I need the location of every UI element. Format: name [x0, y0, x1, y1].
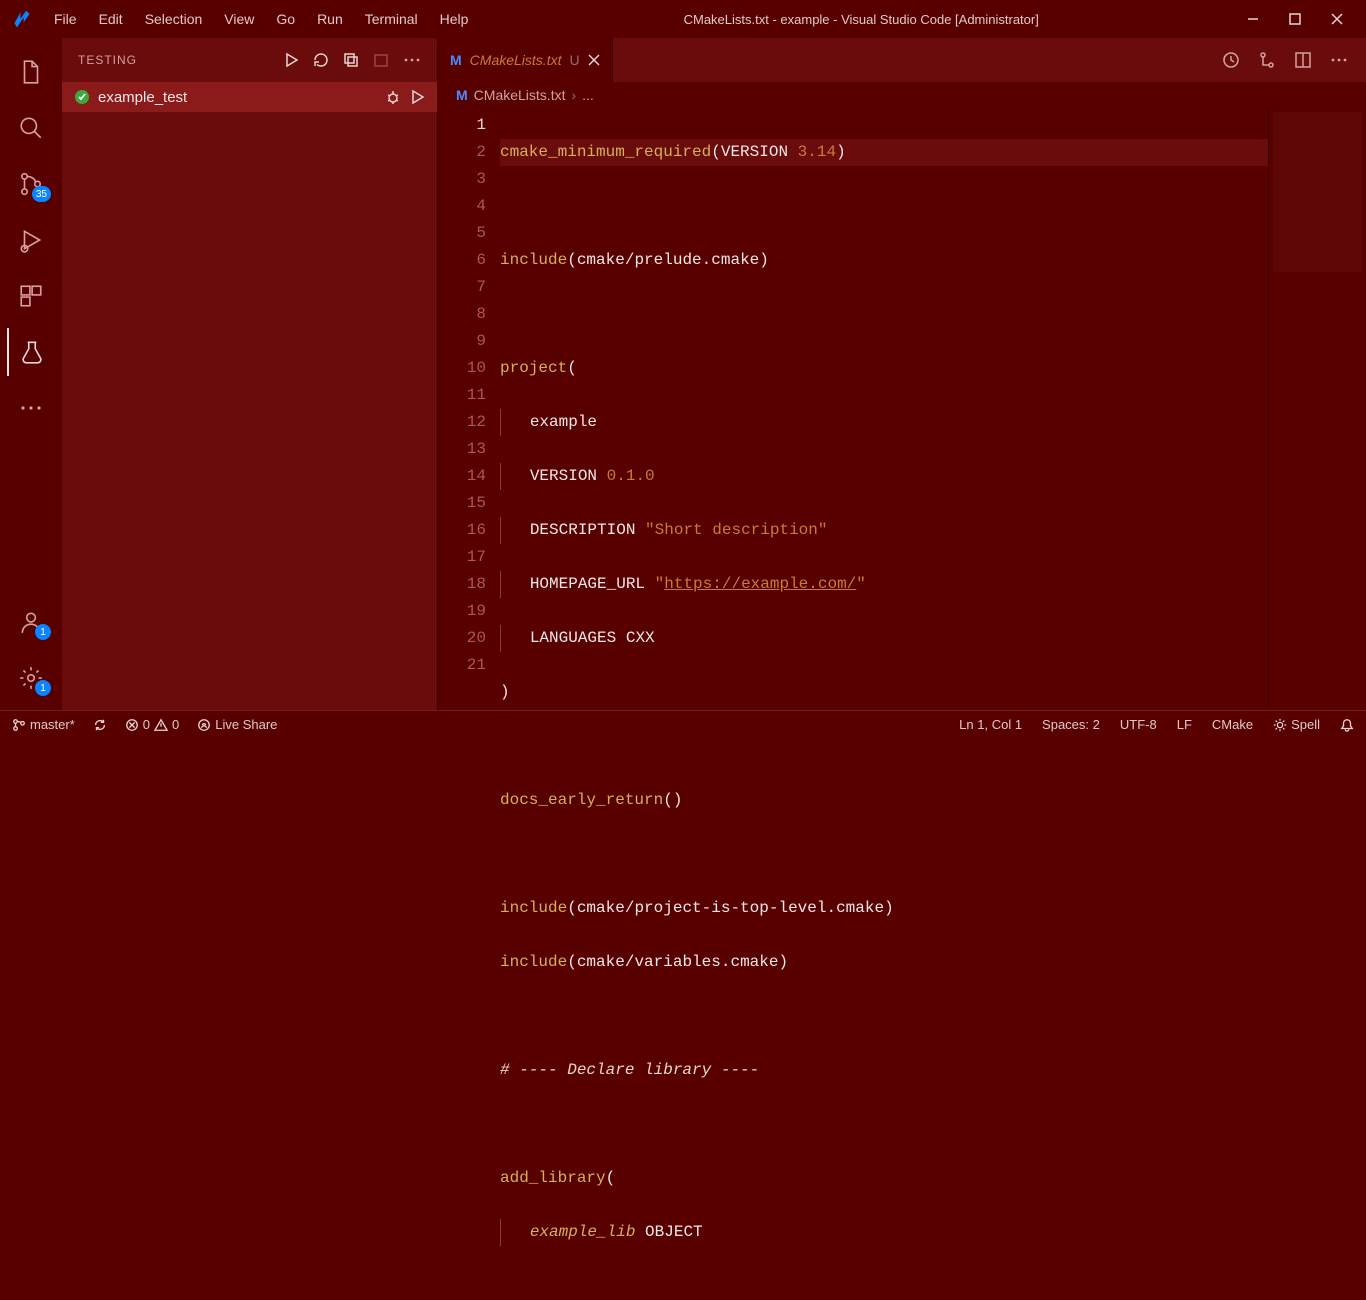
- window-controls: [1244, 10, 1358, 28]
- activity-search[interactable]: [7, 104, 55, 152]
- debug-test-button[interactable]: [385, 89, 401, 105]
- window-title: CMakeLists.txt - example - Visual Studio…: [478, 12, 1244, 27]
- menu-run[interactable]: Run: [307, 7, 353, 31]
- status-sync[interactable]: [93, 718, 107, 732]
- activity-more[interactable]: [7, 384, 55, 432]
- run-tests-button[interactable]: [283, 52, 299, 68]
- menu-selection[interactable]: Selection: [135, 7, 213, 31]
- code-editor[interactable]: cmake_minimum_required(VERSION 3.14) inc…: [500, 108, 1268, 710]
- minimap[interactable]: [1268, 108, 1366, 710]
- menu-help[interactable]: Help: [430, 7, 479, 31]
- check-circle-icon: [74, 89, 90, 105]
- compare-button[interactable]: [1258, 51, 1276, 69]
- activity-accounts[interactable]: 1: [7, 598, 55, 646]
- titlebar: File Edit Selection View Go Run Terminal…: [0, 0, 1366, 38]
- settings-badge: 1: [35, 680, 51, 696]
- cmake-file-icon: M: [450, 52, 462, 68]
- accounts-badge: 1: [35, 624, 51, 640]
- refresh-tests-button[interactable]: [313, 52, 329, 68]
- breadcrumb-file: CMakeLists.txt: [474, 87, 566, 103]
- menu-terminal[interactable]: Terminal: [355, 7, 428, 31]
- activity-settings[interactable]: 1: [7, 654, 55, 702]
- breadcrumb-rest: ...: [582, 87, 594, 103]
- menu-file[interactable]: File: [44, 7, 87, 31]
- test-row[interactable]: example_test: [62, 82, 437, 112]
- menubar: File Edit Selection View Go Run Terminal…: [44, 7, 478, 31]
- chevron-right-icon: ›: [571, 87, 576, 103]
- sidebar-title: TESTING: [78, 53, 283, 67]
- run-test-button[interactable]: [409, 89, 425, 105]
- maximize-button[interactable]: [1286, 10, 1304, 28]
- minimize-button[interactable]: [1244, 10, 1262, 28]
- timeline-button[interactable]: [1222, 51, 1240, 69]
- tab-git-status: U: [569, 52, 579, 68]
- line-gutter[interactable]: 1 2 3 4 5 6 7 8 9 10 11 12 13 14 15 16 1…: [438, 108, 500, 710]
- editor-tab[interactable]: M CMakeLists.txt U: [438, 38, 613, 82]
- tab-filename: CMakeLists.txt: [470, 52, 562, 68]
- activity-bar: 35 1 1: [0, 38, 62, 710]
- activity-extensions[interactable]: [7, 272, 55, 320]
- activity-source-control[interactable]: 35: [7, 160, 55, 208]
- cmake-file-icon: M: [456, 87, 468, 103]
- status-spell[interactable]: Spell: [1273, 717, 1320, 732]
- activity-run-debug[interactable]: [7, 216, 55, 264]
- status-notifications[interactable]: [1340, 718, 1354, 732]
- clear-results-button[interactable]: [373, 52, 389, 68]
- status-branch[interactable]: master*: [12, 717, 75, 732]
- status-problems[interactable]: 0 0: [125, 717, 179, 732]
- test-name: example_test: [98, 89, 377, 106]
- collapse-all-button[interactable]: [343, 52, 359, 68]
- menu-edit[interactable]: Edit: [89, 7, 133, 31]
- menu-view[interactable]: View: [214, 7, 264, 31]
- tab-close-button[interactable]: [588, 54, 600, 66]
- close-button[interactable]: [1328, 10, 1346, 28]
- testing-sidebar: TESTING example_test: [62, 38, 438, 710]
- sidebar-more-button[interactable]: [403, 52, 421, 68]
- sidebar-header: TESTING: [62, 38, 437, 82]
- source-control-badge: 35: [32, 186, 51, 202]
- status-live-share[interactable]: Live Share: [197, 717, 277, 732]
- editor-area: M CMakeLists.txt U M CMakeLists.txt › ..…: [438, 38, 1366, 710]
- activity-testing[interactable]: [7, 328, 55, 376]
- tab-bar: M CMakeLists.txt U: [438, 38, 1366, 82]
- editor-more-button[interactable]: [1330, 57, 1348, 63]
- split-editor-button[interactable]: [1294, 51, 1312, 69]
- menu-go[interactable]: Go: [266, 7, 305, 31]
- activity-explorer[interactable]: [7, 48, 55, 96]
- app-logo: [8, 9, 36, 29]
- breadcrumb[interactable]: M CMakeLists.txt › ...: [438, 82, 1366, 108]
